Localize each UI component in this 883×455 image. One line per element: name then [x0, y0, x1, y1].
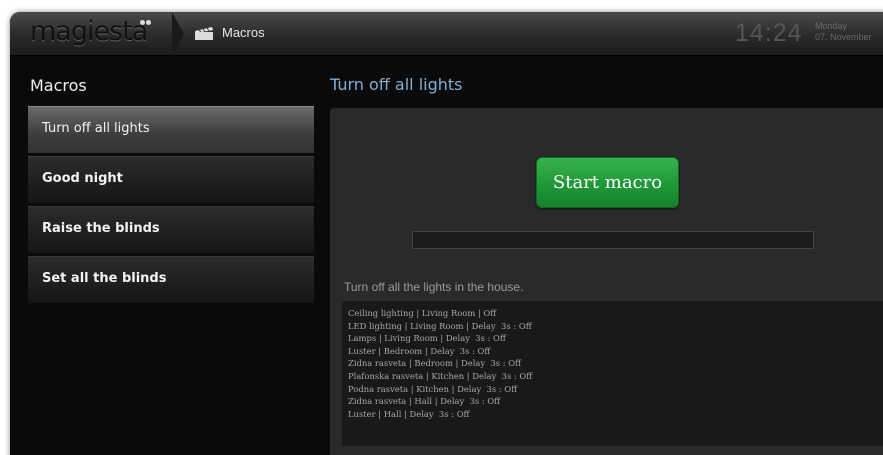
- macro-description: Turn off all the lights in the house.: [344, 280, 524, 294]
- logo: magiesta: [30, 16, 148, 47]
- log-line: Plafonska rasveta | Kitchen | Delay 3s :…: [348, 370, 533, 381]
- log-line: Podna rasveta | Kitchen | Delay 3s : Off: [348, 383, 518, 394]
- log-line: LED lighting | Living Room | Delay 3s : …: [348, 320, 532, 331]
- breadcrumb-arrow-icon: [172, 12, 184, 56]
- breadcrumb-label: Macros: [222, 25, 265, 40]
- app-window: magiesta Macros 14:24 Monday 07. Novembe…: [10, 12, 883, 455]
- log-line: Zidna rasveta | Hall | Delay 3s : Off: [348, 396, 501, 407]
- macro-item-turn-off-all-lights[interactable]: Turn off all lights: [28, 106, 314, 153]
- macro-item-set-all-the-blinds[interactable]: Set all the blinds: [28, 256, 314, 303]
- top-bar: magiesta Macros 14:24 Monday 07. Novembe…: [10, 12, 883, 56]
- logo-dots-icon: [140, 20, 152, 26]
- detail-panel: Start macro Turn off all the lights in t…: [330, 108, 883, 455]
- macro-item-good-night[interactable]: Good night: [28, 156, 314, 203]
- clock-date: 07. November: [815, 32, 872, 42]
- macro-item-label: Set all the blinds: [42, 271, 167, 286]
- breadcrumb[interactable]: Macros: [172, 12, 265, 56]
- macro-item-label: Good night: [42, 171, 123, 186]
- start-macro-button[interactable]: Start macro: [536, 157, 679, 208]
- macro-list: Turn off all lights Good night Raise the…: [28, 106, 314, 306]
- log-line: Luster | Hall | Delay 3s : Off: [348, 408, 470, 419]
- macro-progress-bar: [412, 231, 814, 249]
- log-line: Zidna rasveta | Bedroom | Delay 3s : Off: [348, 358, 522, 369]
- clock-day: Monday: [815, 21, 848, 31]
- clapperboard-icon: [194, 26, 214, 40]
- macro-item-raise-the-blinds[interactable]: Raise the blinds: [28, 206, 314, 253]
- macro-item-label: Raise the blinds: [42, 221, 160, 236]
- clock-time: 14:24: [735, 19, 803, 47]
- log-line: Luster | Bedroom | Delay 3s : Off: [348, 345, 491, 356]
- detail-title: Turn off all lights: [330, 75, 463, 94]
- log-line: Lamps | Living Room | Delay 3s : Off: [348, 333, 506, 344]
- macro-item-label: Turn off all lights: [42, 121, 150, 136]
- sidebar-title: Macros: [30, 76, 87, 95]
- log-line: Ceiling lighting | Living Room | Off: [348, 308, 497, 318]
- macro-steps-log[interactable]: Ceiling lighting | Living Room | Off LED …: [342, 301, 883, 446]
